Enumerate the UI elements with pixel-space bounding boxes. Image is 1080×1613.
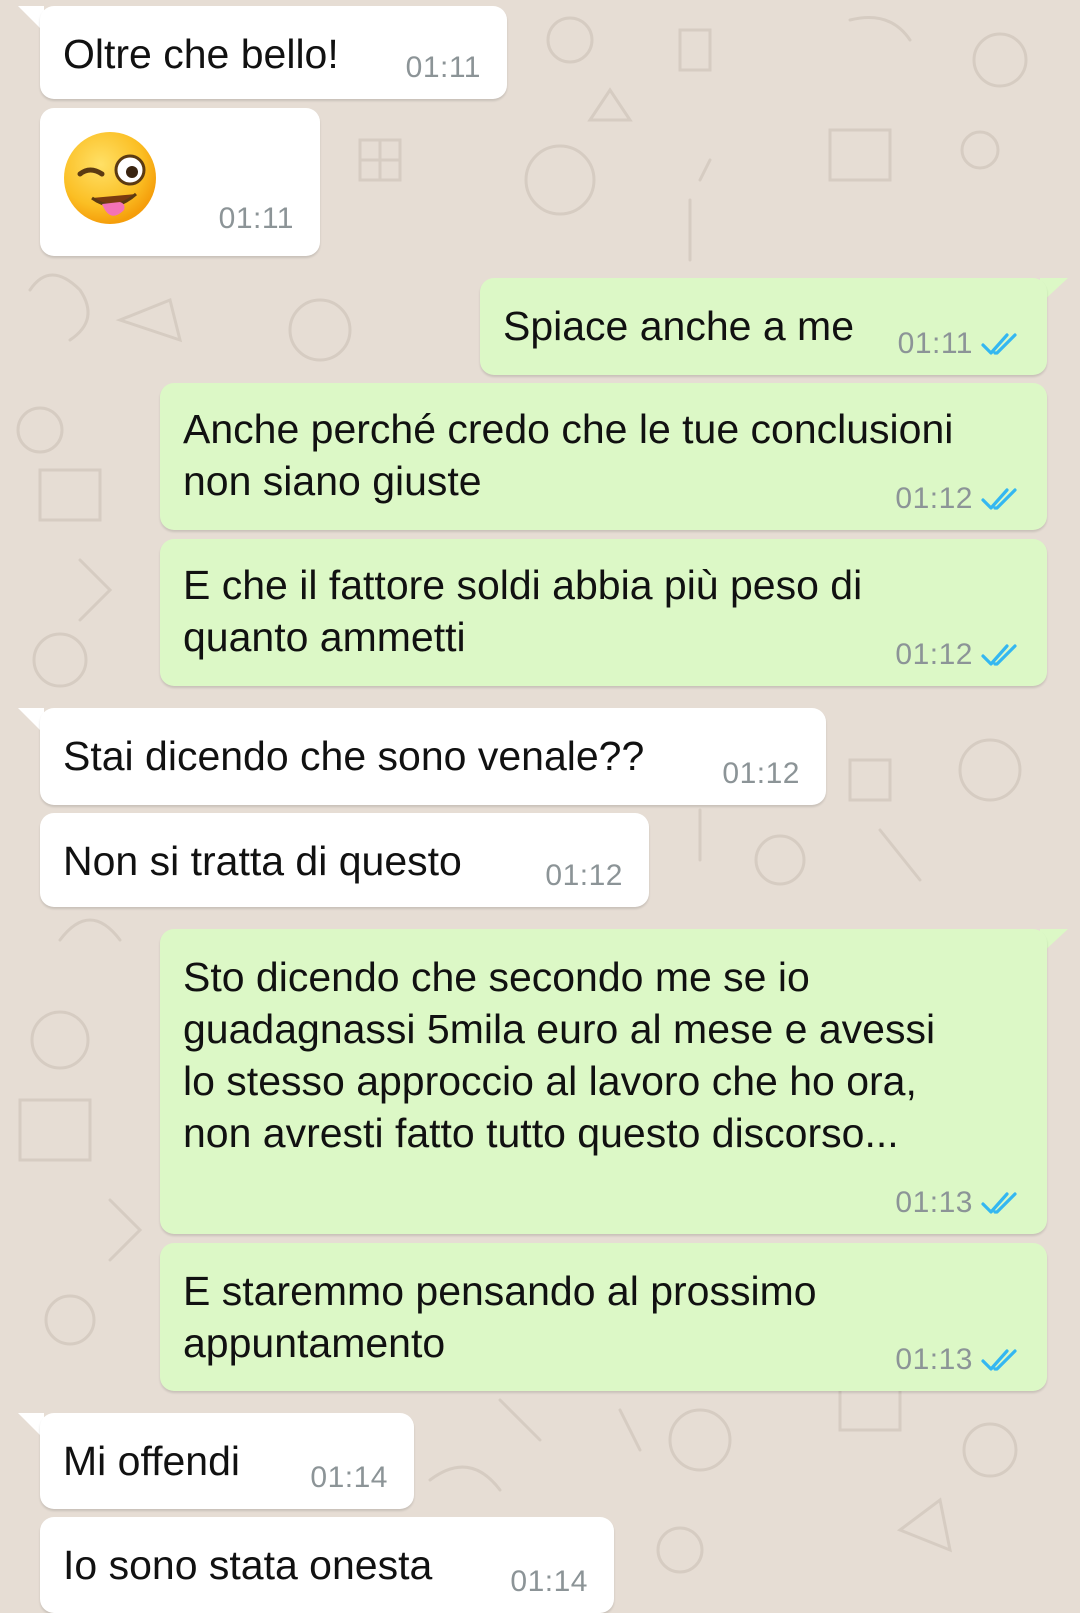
message-bubble-outgoing[interactable]: Sto dicendo che secondo me se io guadagn… (160, 929, 1047, 1234)
message-meta: 01:14 (310, 1461, 388, 1495)
message-time: 01:12 (722, 757, 800, 790)
message-time: 01:13 (895, 1343, 973, 1376)
message-text: Anche perché credo che le tue conclusion… (183, 406, 954, 504)
winking-face-with-tongue-icon (64, 132, 156, 224)
message-meta: 01:12 (545, 859, 623, 893)
message-time: 01:12 (545, 859, 623, 892)
double-check-read-icon (981, 488, 1017, 510)
message-text: Spiace anche a me (503, 303, 855, 349)
double-check-read-icon (981, 644, 1017, 666)
message-text: E che il fattore soldi abbia più peso di… (183, 562, 863, 660)
message-bubble-incoming[interactable]: Stai dicendo che sono venale?? 01:12 (40, 708, 826, 805)
message-time: 01:14 (310, 1461, 388, 1494)
message-bubble-outgoing[interactable]: E che il fattore soldi abbia più peso di… (160, 539, 1047, 686)
message-meta: 01:11 (406, 51, 481, 85)
message-bubble-incoming[interactable]: Mi offendi 01:14 (40, 1413, 414, 1509)
message-text: Oltre che bello! (63, 31, 339, 77)
message-text: Sto dicendo che secondo me se io guadagn… (183, 954, 936, 1156)
double-check-read-icon (981, 333, 1017, 355)
message-text: Stai dicendo che sono venale?? (63, 733, 645, 779)
message-bubble-incoming[interactable]: Non si tratta di questo 01:12 (40, 813, 649, 907)
message-meta: 01:12 (895, 482, 1023, 516)
message-meta: 01:11 (219, 202, 294, 236)
message-meta: 01:12 (895, 638, 1023, 672)
message-bubble-incoming[interactable]: Oltre che bello! 01:11 (40, 6, 507, 99)
message-meta: 01:11 (898, 327, 1023, 361)
message-meta: 01:13 (895, 1343, 1023, 1377)
message-bubble-incoming[interactable]: Io sono stata onesta 01:14 (40, 1517, 614, 1613)
message-text: Mi offendi (63, 1438, 241, 1484)
message-bubble-outgoing[interactable]: Anche perché credo che le tue conclusion… (160, 383, 1047, 530)
message-time: 01:11 (218, 202, 294, 235)
double-check-read-icon (981, 1349, 1017, 1371)
message-bubble-outgoing[interactable]: E staremmo pensando al prossimo appuntam… (160, 1243, 1047, 1391)
double-check-read-icon (981, 1192, 1017, 1214)
message-time: 01:11 (405, 51, 481, 84)
message-meta: 01:14 (510, 1565, 588, 1599)
message-time: 01:12 (895, 638, 973, 671)
message-meta: 01:13 (895, 1186, 1023, 1220)
message-time: 01:13 (895, 1186, 973, 1219)
message-bubble-incoming[interactable]: 01:11 (40, 108, 320, 256)
message-time: 01:11 (897, 327, 973, 360)
message-time: 01:14 (510, 1565, 588, 1598)
message-text: Non si tratta di questo (63, 838, 462, 884)
message-text: E staremmo pensando al prossimo appuntam… (183, 1268, 817, 1366)
message-text: Io sono stata onesta (63, 1542, 433, 1588)
message-meta: 01:12 (722, 757, 800, 791)
message-bubble-outgoing[interactable]: Spiace anche a me 01:11 (480, 278, 1047, 375)
message-time: 01:12 (895, 482, 973, 515)
